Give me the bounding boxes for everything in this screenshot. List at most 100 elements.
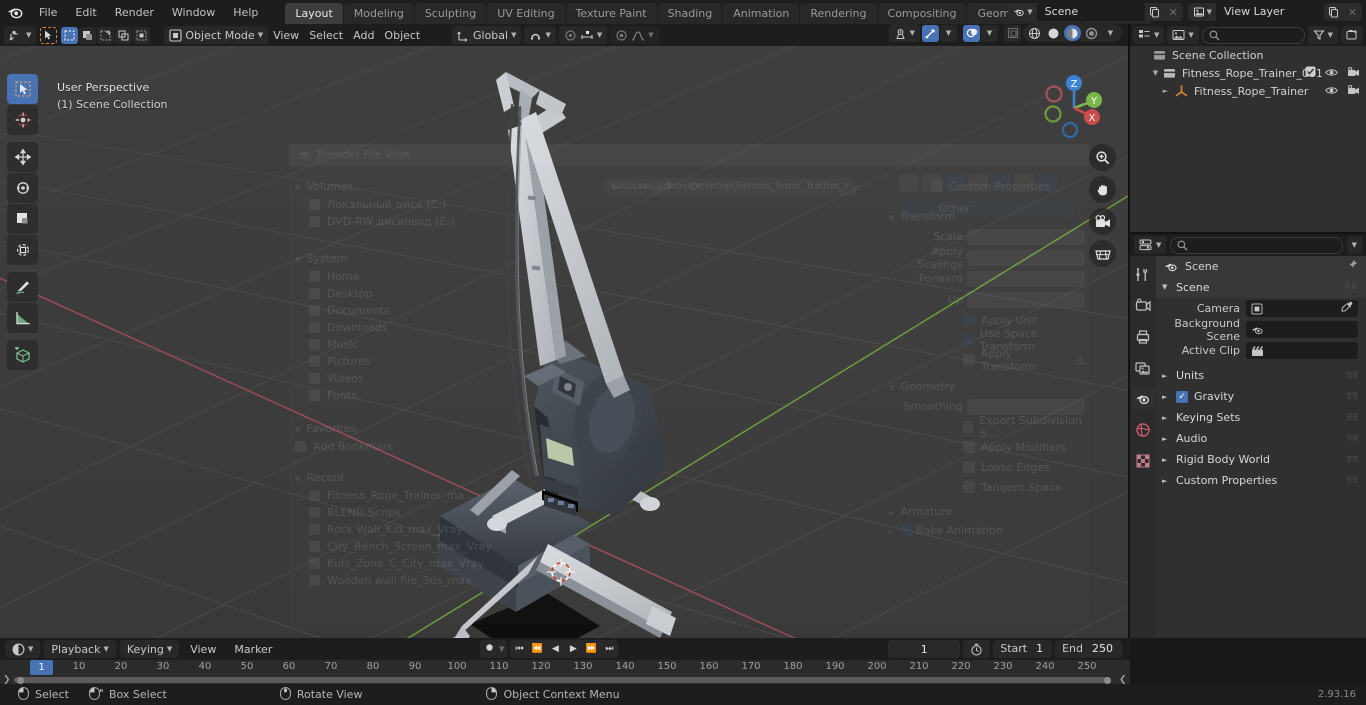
- section-rigid-body-world[interactable]: ► Rigid Body World ⠿⠿: [1156, 449, 1366, 470]
- active-clip-field[interactable]: [1246, 342, 1358, 359]
- timeline-editor-type-selector[interactable]: ▼: [5, 640, 41, 658]
- section-keying-sets[interactable]: ► Keying Sets ⠿⠿: [1156, 407, 1366, 428]
- properties-tab-tool[interactable]: [1132, 264, 1154, 286]
- outliner-row-scene-collection[interactable]: Scene Collection: [1130, 46, 1366, 64]
- transform-orientation-selector[interactable]: Global ▼: [452, 26, 522, 44]
- vp-menu-object[interactable]: Object: [379, 26, 425, 44]
- jump-to-end-button[interactable]: ⏭: [600, 640, 618, 658]
- show-overlays-icon[interactable]: [963, 24, 980, 42]
- new-scene-button[interactable]: [1144, 3, 1164, 21]
- timeline-view-menu[interactable]: View: [183, 640, 223, 658]
- menu-window[interactable]: Window: [163, 4, 224, 21]
- record-icon[interactable]: [483, 641, 496, 657]
- tool-add-cube[interactable]: [7, 340, 38, 370]
- timeline-marker-menu[interactable]: Marker: [227, 640, 279, 658]
- show-gizmo-icon[interactable]: [922, 24, 939, 42]
- playhead[interactable]: 1: [30, 660, 53, 675]
- camera-icon[interactable]: [1347, 84, 1360, 98]
- select-extend-icon[interactable]: [79, 26, 97, 44]
- menu-render[interactable]: Render: [106, 4, 163, 21]
- editor-type-selector[interactable]: ▼: [4, 26, 37, 44]
- tool-transform[interactable]: [7, 235, 38, 265]
- vp-menu-view[interactable]: View: [268, 26, 304, 44]
- fitness-rope-trainer-model[interactable]: [0, 46, 1128, 638]
- properties-tab-render[interactable]: [1132, 295, 1154, 317]
- select-invert-icon[interactable]: [115, 26, 133, 44]
- section-units[interactable]: ► Units ⠿⠿: [1156, 365, 1366, 386]
- proportional-edit-group[interactable]: ▼: [558, 26, 608, 44]
- outliner-row-fitness-rope-trainer-001[interactable]: ▼ Fitness_Rope_Trainer_001: [1130, 64, 1366, 82]
- tab-rendering[interactable]: Rendering: [800, 3, 877, 25]
- object-visibility-selector[interactable]: ▼: [888, 24, 920, 42]
- properties-tab-texture[interactable]: [1132, 450, 1154, 472]
- tool-annotate[interactable]: [7, 272, 38, 302]
- scene-icon[interactable]: ▼: [1008, 3, 1037, 21]
- vp-menu-select[interactable]: Select: [304, 26, 348, 44]
- rendered-shading-icon[interactable]: [1083, 25, 1100, 41]
- auto-keyframe-group[interactable]: ▼: [480, 640, 508, 658]
- section-custom-properties[interactable]: ► Custom Properties ⠿⠿: [1156, 470, 1366, 491]
- vp-menu-add[interactable]: Add: [348, 26, 379, 44]
- play-reverse-button[interactable]: ◀: [546, 640, 564, 658]
- unlink-scene-button[interactable]: ✕: [1163, 3, 1183, 21]
- interaction-mode-selector[interactable]: Object Mode ▼: [164, 26, 269, 44]
- zoom-icon[interactable]: [1089, 144, 1116, 171]
- select-intersect-icon[interactable]: [133, 26, 151, 44]
- camera-icon[interactable]: [1089, 208, 1116, 235]
- menu-help[interactable]: Help: [224, 4, 267, 21]
- timeline-ruler[interactable]: 1 10 20 30 40 50 60 70 80 90 100 110 120…: [0, 660, 1130, 676]
- use-preview-range-button[interactable]: [963, 640, 991, 658]
- tab-animation[interactable]: Animation: [723, 3, 800, 25]
- current-frame-field[interactable]: 1: [888, 640, 961, 658]
- outliner-filter-button[interactable]: ▼: [1307, 26, 1338, 44]
- properties-search-input[interactable]: [1170, 236, 1343, 254]
- checkbox-icon[interactable]: [1305, 66, 1316, 80]
- new-view-layer-button[interactable]: [1324, 3, 1343, 21]
- pin-icon[interactable]: [1346, 259, 1358, 274]
- select-tool-indicator[interactable]: [40, 26, 58, 44]
- scrollbar-track[interactable]: [14, 677, 1110, 683]
- tool-move[interactable]: [7, 142, 38, 172]
- tab-uv-editing[interactable]: UV Editing: [487, 3, 565, 25]
- start-value[interactable]: 1: [1034, 640, 1052, 658]
- overlay-options-chevron[interactable]: ▼: [981, 24, 998, 42]
- eye-icon[interactable]: [1325, 67, 1338, 80]
- scene-selector[interactable]: ▼ Scene ✕: [1008, 3, 1183, 21]
- prev-keyframe-button[interactable]: ⏪: [528, 640, 546, 658]
- tool-rotate[interactable]: [7, 173, 38, 203]
- pan-hand-icon[interactable]: [1089, 176, 1116, 203]
- outliner-editor-type-selector[interactable]: ▼: [1133, 26, 1165, 44]
- wireframe-shading-icon[interactable]: [1026, 25, 1043, 41]
- remove-view-layer-button[interactable]: ✕: [1343, 3, 1362, 21]
- shading-options-chevron[interactable]: ▼: [1102, 25, 1119, 41]
- solid-shading-icon[interactable]: [1045, 25, 1062, 41]
- tool-scale[interactable]: [7, 204, 38, 234]
- proportional-falloff-group[interactable]: ▼: [610, 26, 659, 44]
- camera-field[interactable]: [1246, 300, 1358, 317]
- scrollbar-handle-left[interactable]: [17, 676, 24, 684]
- material-preview-shading-icon[interactable]: [1064, 25, 1081, 41]
- view-layer-icon[interactable]: ▼: [1187, 3, 1216, 21]
- menu-edit[interactable]: Edit: [66, 4, 105, 21]
- tool-measure[interactable]: [7, 303, 38, 333]
- view-layer-name-field[interactable]: View Layer: [1216, 3, 1324, 21]
- gizmo-options-chevron[interactable]: ▼: [940, 24, 957, 42]
- outliner-search-input[interactable]: [1201, 26, 1305, 44]
- tab-modeling[interactable]: Modeling: [343, 3, 414, 25]
- camera-icon[interactable]: [1347, 66, 1360, 80]
- end-frame-group[interactable]: End 250: [1055, 640, 1122, 658]
- menu-file[interactable]: File: [30, 4, 66, 21]
- select-subtract-icon[interactable]: [97, 26, 115, 44]
- scene-panel-header[interactable]: ▼ Scene ⠿⠿: [1156, 276, 1366, 298]
- properties-tab-view-layer[interactable]: [1132, 357, 1154, 379]
- tab-sculpting[interactable]: Sculpting: [414, 3, 487, 25]
- next-keyframe-button[interactable]: ⏩: [582, 640, 600, 658]
- start-frame-group[interactable]: Start 1: [993, 640, 1053, 658]
- navigation-gizmo[interactable]: Z Y X: [1036, 70, 1112, 146]
- eye-icon[interactable]: [1325, 85, 1338, 98]
- end-value[interactable]: 250: [1090, 640, 1122, 658]
- tool-tweak-select[interactable]: [7, 74, 38, 104]
- properties-tab-scene[interactable]: [1132, 388, 1154, 410]
- outliner-new-collection-button[interactable]: [1341, 26, 1363, 44]
- section-audio[interactable]: ► Audio ⠿⠿: [1156, 428, 1366, 449]
